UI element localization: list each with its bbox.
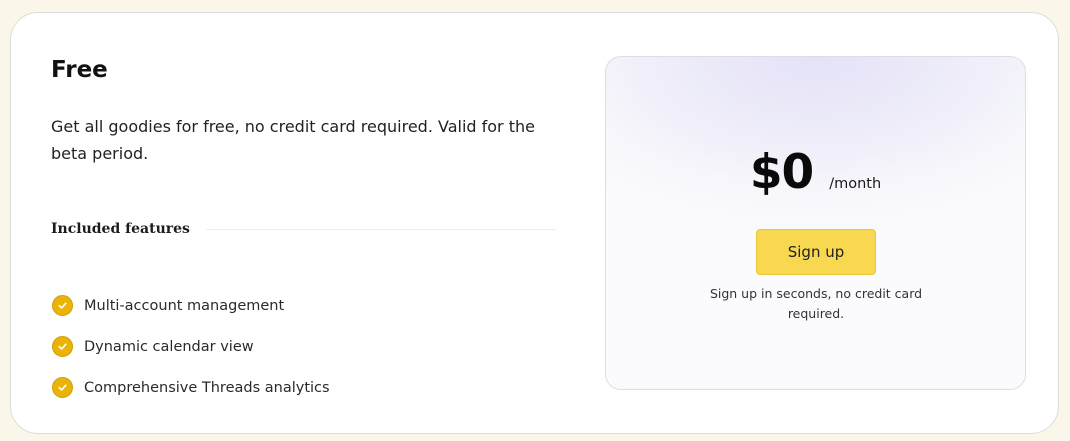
features-label: Included features: [51, 221, 190, 237]
feature-item: Multi-account management: [52, 285, 330, 326]
feature-label: Dynamic calendar view: [84, 338, 254, 355]
features-header: Included features: [51, 221, 556, 237]
sign-up-button[interactable]: Sign up: [756, 229, 876, 275]
price-amount: $0: [749, 145, 814, 200]
check-circle-icon: [52, 377, 73, 398]
plan-title: Free: [51, 57, 108, 83]
feature-item: Comprehensive Threads analytics: [52, 367, 330, 408]
feature-list: Multi-account management Dynamic calenda…: [52, 285, 330, 408]
price-panel: $0 /month Sign up Sign up in seconds, no…: [605, 56, 1026, 390]
feature-label: Multi-account management: [84, 297, 285, 314]
check-circle-icon: [52, 336, 73, 357]
plan-description: Get all goodies for free, no credit card…: [51, 117, 535, 163]
price-period: /month: [829, 176, 882, 192]
feature-item: Dynamic calendar view: [52, 326, 330, 367]
pricing-card: Free Get all goodies for free, no credit…: [10, 12, 1059, 434]
feature-label: Comprehensive Threads analytics: [84, 379, 330, 396]
check-circle-icon: [52, 295, 73, 316]
features-divider: [205, 228, 556, 230]
price-row: $0 /month: [606, 145, 1025, 200]
sign-up-note: Sign up in seconds, no credit card requi…: [709, 286, 923, 321]
